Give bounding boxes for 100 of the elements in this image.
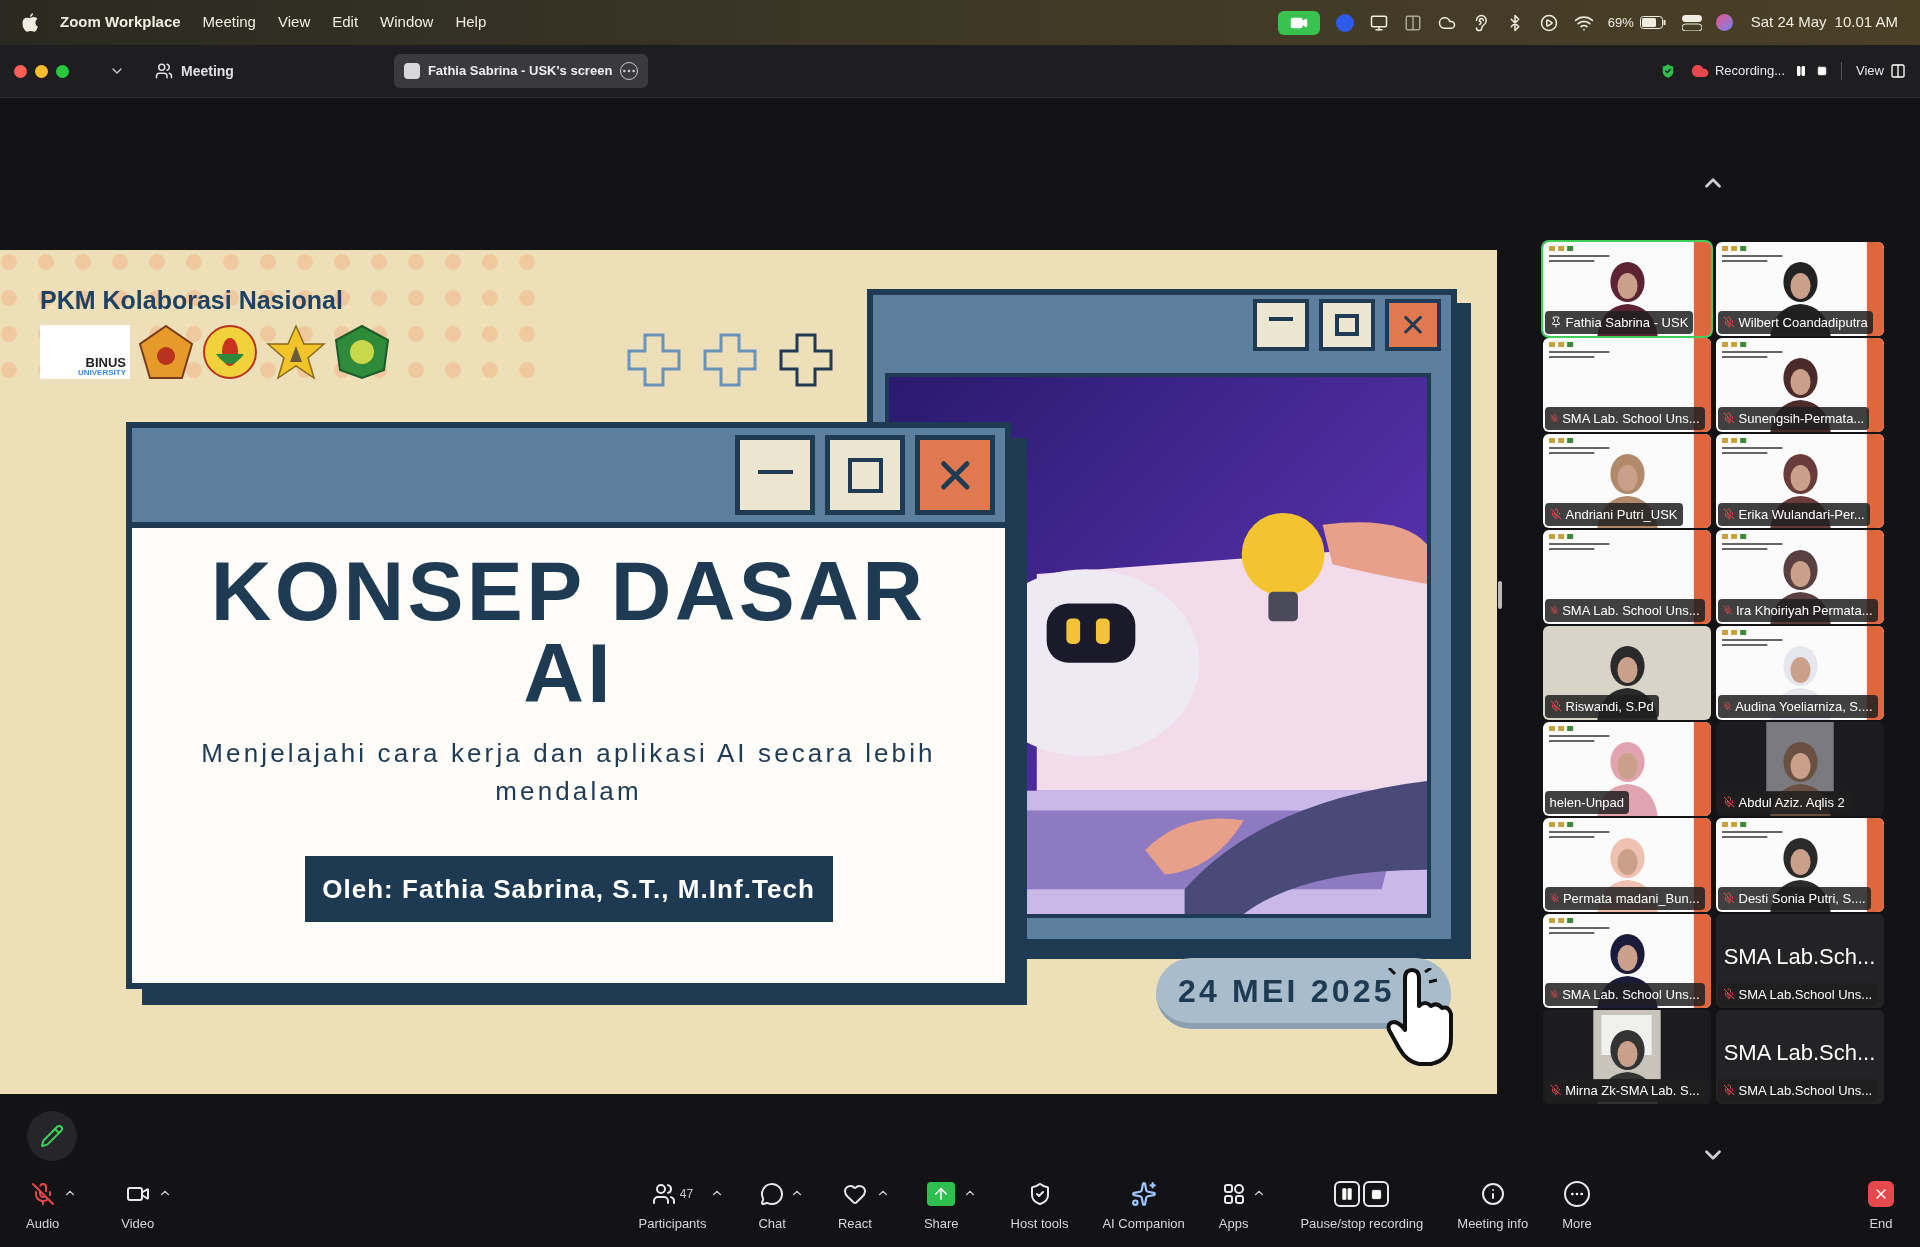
share-pill[interactable]: Fathia Sabrina - USK's screen (393, 54, 649, 88)
window-title: Meeting (181, 61, 234, 81)
emblem-icon (266, 324, 326, 380)
university-logo: BINUS UNIVERSITY (40, 325, 130, 379)
share-icon (927, 1182, 956, 1207)
toolbar-button[interactable]: React (833, 1180, 894, 1234)
menu-item[interactable]: Help (455, 11, 487, 34)
video-tile[interactable]: Wilbert Coandadiputra (1715, 242, 1884, 336)
screen-share-icon (403, 63, 420, 79)
toolbar-button[interactable]: Pause/stop recording (1296, 1180, 1428, 1234)
people-icon (155, 62, 173, 80)
slide-subtitle: Menjelajahi cara kerja dan aplikasi AI secara lebih mendalam (200, 737, 937, 808)
close-icon (1385, 299, 1441, 351)
participant-name: SMA Lab. School Uns... (1562, 601, 1700, 620)
participant-name: helen-Unpad (1549, 793, 1624, 812)
video-tile[interactable]: SMA Lab.Sch... SMA Lab.School Uns... (1715, 914, 1884, 1008)
video-tile[interactable]: SMA Lab. School Uns... (1542, 914, 1711, 1008)
menu-date: Sat 24 May (1750, 12, 1827, 33)
emblem-icon (202, 324, 258, 380)
battery-icon[interactable] (1639, 16, 1666, 29)
close-window-button[interactable] (14, 64, 27, 78)
zoom-window-button[interactable] (56, 64, 69, 78)
sidebar-icon[interactable] (1403, 13, 1422, 32)
slide-title: KONSEP DASAR AI (209, 550, 928, 714)
video-tile[interactable]: Sunengsih-Permata... (1715, 338, 1884, 432)
slide-header: PKM Kolaborasi Nasional (40, 285, 343, 316)
video-tile[interactable]: Fathia Sabrina - USK (1542, 242, 1711, 336)
participant-name: Mirna Zk-SMA Lab. S... (1565, 1081, 1700, 1100)
video-tile[interactable]: Riswandi, S.Pd (1542, 626, 1711, 720)
menu-item[interactable]: Window (380, 11, 434, 34)
participant-name: SMA Lab.School Uns... (1738, 985, 1873, 1004)
participant-name: Fathia Sabrina - USK (1565, 313, 1689, 332)
minimize-window-button[interactable] (35, 64, 48, 78)
siri-icon[interactable] (1715, 14, 1733, 31)
emblem-icon (334, 324, 390, 380)
close-icon (915, 435, 995, 515)
video-tile[interactable]: helen-Unpad (1542, 722, 1711, 816)
participant-count: 47 (679, 1186, 694, 1204)
control-center-icon[interactable] (1681, 14, 1702, 31)
chat-icon (760, 1182, 785, 1207)
video-tile[interactable]: SMA Lab.Sch... SMA Lab.School Uns... (1715, 1010, 1884, 1104)
toolbar-button[interactable]: 47 Participants (634, 1180, 729, 1234)
participant-name: Permata madani_Bun... (1562, 889, 1700, 908)
video-tile[interactable]: Permata madani_Bun... (1542, 818, 1711, 912)
video-tile[interactable]: Ira Khoiriyah Permata... (1715, 530, 1884, 624)
video-tile[interactable]: Andriani Putri_USK (1542, 434, 1711, 528)
share-label: Fathia Sabrina - USK's screen (427, 62, 613, 81)
emblem-icon (138, 324, 194, 380)
heart-icon (842, 1182, 867, 1207)
apple-icon[interactable] (22, 13, 38, 32)
more-icon (1563, 1181, 1590, 1208)
maximize-icon (1319, 299, 1375, 351)
menu-item[interactable]: Meeting (202, 11, 256, 34)
toolbar-button[interactable]: Share (919, 1180, 981, 1234)
video-tile[interactable]: SMA Lab. School Uns... (1542, 338, 1711, 432)
toolbar-button[interactable]: Host tools (1006, 1180, 1073, 1234)
toolbar-button[interactable]: Apps (1214, 1180, 1271, 1234)
video-tile[interactable]: Abdul Aziz. Aqlis 2 (1715, 722, 1884, 816)
participant-name: Riswandi, S.Pd (1565, 697, 1654, 716)
video-tile[interactable]: Erika Wulandari-Per... (1715, 434, 1884, 528)
view-label[interactable]: View (1856, 61, 1884, 81)
toolbar-button[interactable]: AI Companion (1098, 1180, 1189, 1234)
toolbar-button[interactable]: Audio (22, 1180, 82, 1234)
toolbar-button[interactable]: End (1864, 1180, 1898, 1234)
menu-item[interactable]: View (277, 11, 311, 34)
minimize-icon (735, 435, 815, 515)
view-icon[interactable] (1890, 63, 1906, 79)
battery-percent: 69% (1607, 13, 1634, 32)
participant-name: Desti Sonia Putri, S.... (1738, 889, 1866, 908)
participant-name: SMA Lab. School Uns... (1562, 985, 1700, 1004)
participant-name: Audina Yoeliarniza, S.... (1735, 697, 1873, 716)
splitter-handle[interactable] (1498, 580, 1502, 609)
cloud-record-icon (1690, 62, 1709, 80)
people-icon (651, 1182, 676, 1207)
pause-icon[interactable] (1795, 65, 1808, 77)
participant-name: Ira Khoiriyah Permata... (1735, 601, 1873, 620)
play-icon[interactable] (1539, 13, 1558, 32)
participant-name: Abdul Aziz. Aqlis 2 (1738, 793, 1845, 812)
presenter-banner: Oleh: Fathia Sabrina, S.T., M.Inf.Tech (304, 856, 833, 922)
stop-icon[interactable] (1817, 66, 1828, 76)
participant-display-name: SMA Lab.Sch... (1723, 943, 1876, 971)
toolbar-button[interactable]: Chat (754, 1180, 808, 1234)
participant-name: Wilbert Coandadiputra (1738, 313, 1868, 332)
participant-name: SMA Lab.School Uns... (1738, 1081, 1873, 1100)
toolbar-button[interactable]: Video (117, 1180, 177, 1234)
minimize-icon (1253, 299, 1309, 351)
pencil-icon (40, 1124, 64, 1148)
toolbar-button[interactable]: Meeting info (1453, 1180, 1533, 1234)
video-tile[interactable]: Mirna Zk-SMA Lab. S... (1542, 1010, 1711, 1104)
menu-item[interactable]: Edit (332, 11, 359, 34)
video-tile[interactable]: SMA Lab. School Uns... (1542, 530, 1711, 624)
camera-status-icon[interactable] (1277, 10, 1320, 35)
participant-display-name: SMA Lab.Sch... (1723, 1039, 1876, 1067)
video-tile[interactable]: Audina Yoeliarniza, S.... (1715, 626, 1884, 720)
app-name-menu[interactable]: Zoom Workplace (60, 11, 181, 34)
participant-name: SMA Lab. School Uns... (1562, 409, 1700, 428)
annotate-button[interactable] (27, 1111, 77, 1161)
display-icon[interactable] (1369, 13, 1388, 32)
video-tile[interactable]: Desti Sonia Putri, S.... (1715, 818, 1884, 912)
toolbar-button[interactable]: More (1558, 1180, 1596, 1234)
